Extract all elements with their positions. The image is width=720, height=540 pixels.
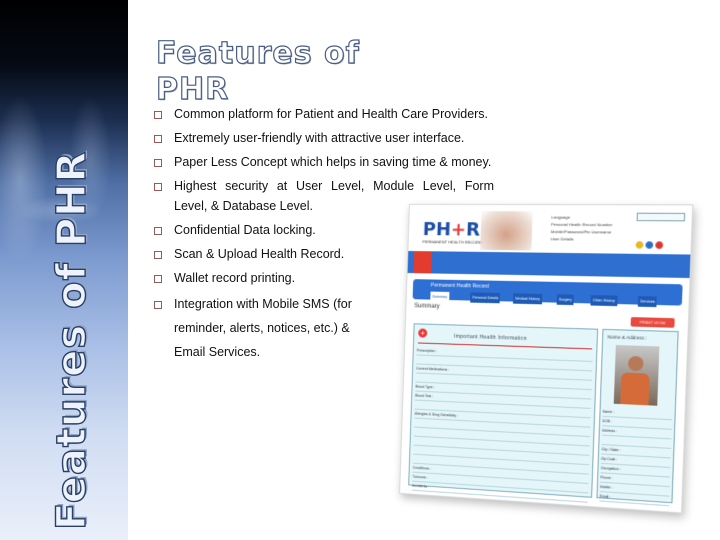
- header-people-image: [480, 211, 533, 251]
- square-bullet-icon: [154, 159, 162, 167]
- feature-text: Extremely user-friendly with attractive …: [174, 131, 465, 145]
- info-icon: [645, 241, 654, 249]
- subtab: Summary: [430, 291, 450, 303]
- feature-item: Confidential Data locking.: [152, 220, 316, 240]
- user-actions: [635, 235, 685, 249]
- square-bullet-icon: [154, 251, 162, 259]
- feature-text: Wallet record printing.: [174, 271, 296, 285]
- feature-text: Confidential Data locking.: [174, 223, 316, 237]
- sidebar-banner: Features of PHR: [0, 0, 128, 540]
- meta-label: User Details: [550, 236, 574, 242]
- subtab: Surgery: [556, 294, 575, 306]
- edit-icon: [635, 241, 644, 249]
- slide-title: Features of PHR: [155, 35, 360, 108]
- summary-label: Summary: [414, 303, 440, 310]
- square-bullet-icon: [154, 135, 162, 143]
- photo-face: [627, 355, 644, 372]
- health-info-panel: + Important Health Information Prescript…: [408, 323, 599, 503]
- feature-item: Scan & Upload Health Record.: [152, 244, 344, 264]
- header-meta: Language Personal Health Record Number M…: [550, 213, 612, 243]
- language-select: [636, 212, 686, 222]
- logo-plus-icon: +: [450, 219, 467, 241]
- health-info-title: Important Health Information: [453, 333, 528, 343]
- address-rows: Name : DOB : Address : City / State : Zi…: [599, 407, 673, 507]
- photo-body: [620, 372, 650, 406]
- square-bullet-icon: [154, 227, 162, 235]
- side-title: Features of PHR: [48, 150, 95, 531]
- logout-icon: [655, 241, 664, 249]
- nav-tab-home: [413, 251, 432, 274]
- medical-cross-icon: +: [418, 328, 428, 338]
- logo-text-right: R: [465, 219, 481, 241]
- feature-item: Common platform for Patient and Health C…: [152, 104, 488, 124]
- nav-tab: [457, 252, 474, 275]
- square-bullet-icon: [154, 301, 162, 309]
- feature-text: Paper Less Concept which helps in saving…: [174, 155, 492, 169]
- phr-app-screenshot: PH+R PERMANENT HEALTH RECORD Language Pe…: [399, 203, 694, 514]
- app-nav: [407, 250, 691, 279]
- square-bullet-icon: [154, 183, 162, 191]
- feature-item: Paper Less Concept which helps in saving…: [152, 152, 491, 172]
- subtab: Personal Details: [470, 292, 501, 304]
- address-title: Name & Address :: [607, 334, 647, 341]
- record-bar-title: Permanent Health Record: [430, 282, 489, 290]
- feature-text: Integration with Mobile SMS (for reminde…: [174, 297, 352, 359]
- health-info-rows: Prescription : Current Medications : Blo…: [411, 346, 594, 503]
- subtab: Medical History: [512, 293, 543, 305]
- feature-text: Common platform for Patient and Health C…: [174, 107, 489, 121]
- square-bullet-icon: [154, 275, 162, 283]
- slide-title-line1: Features of: [155, 35, 360, 71]
- logo-text-left: PH: [422, 219, 452, 241]
- nav-tab: [437, 251, 454, 273]
- slide-title-line2: PHR: [155, 71, 230, 107]
- patient-photo: [613, 345, 660, 406]
- feature-text: Scan & Upload Health Record.: [174, 247, 345, 261]
- app-header: PH+R PERMANENT HEALTH RECORD Language Pe…: [408, 204, 693, 253]
- logo-subtitle: PERMANENT HEALTH RECORD: [422, 239, 483, 245]
- square-bullet-icon: [154, 111, 162, 119]
- subtab: Other History: [590, 295, 618, 307]
- feature-item: Wallet record printing.: [152, 268, 295, 288]
- feature-item: Extremely user-friendly with attractive …: [152, 128, 464, 148]
- feature-item: Integration with Mobile SMS (for reminde…: [152, 292, 384, 364]
- phr-logo: PH+R: [422, 219, 480, 241]
- print-view-button: PRINT VIEW: [630, 317, 675, 328]
- name-address-panel: Name & Address : Name : DOB : Address : …: [596, 328, 679, 507]
- subtab: Services: [637, 296, 658, 308]
